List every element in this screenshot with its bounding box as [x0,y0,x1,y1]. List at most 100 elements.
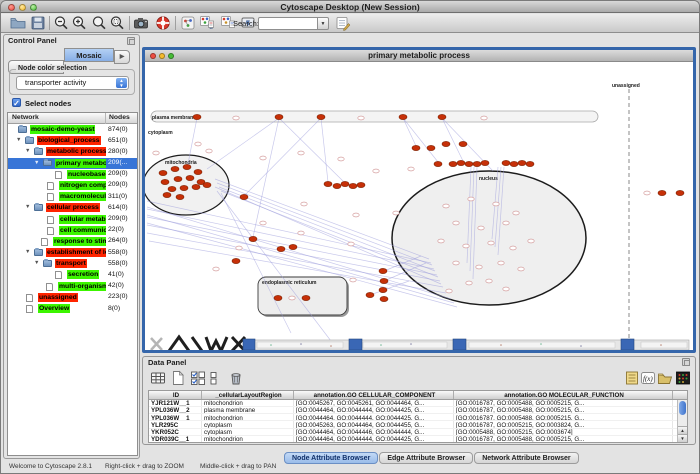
table-row[interactable]: YJR121W__1mitochondrion[GO:0045267, GO:0… [149,400,687,407]
tree-rows: mosaic-demo-yeast874(0) ▼ biological_proce… [8,124,137,314]
snapshot-icon[interactable] [133,15,150,32]
tab-overflow-arrow[interactable]: ▶ [114,50,130,64]
document-icon [46,283,53,291]
document-icon [47,227,54,235]
new-attribute-icon[interactable] [170,370,187,387]
zoom-in-icon[interactable] [71,15,88,32]
tree-column-network[interactable]: Network [12,114,39,121]
tree-header: Network Nodes [8,113,137,124]
tree-row[interactable]: secretion41(0) [8,269,137,280]
document-icon [55,271,62,279]
expand-arrow-icon[interactable]: ▼ [25,204,30,210]
import-attributes-icon[interactable] [657,370,674,387]
tree-row[interactable]: unassigned223(0) [8,292,137,303]
tree-row[interactable]: mosaic-demo-yeast874(0) [8,124,137,135]
tree-row[interactable]: macromolecule311(0) [8,191,137,202]
table-header: ID_cellularLayoutRegionannotation.GO CEL… [149,391,687,400]
node-color-selection-group: Node color selection transporter activit… [9,69,135,95]
expand-arrow-icon[interactable]: ▼ [16,137,21,143]
column-header[interactable]: _cellularLayoutRegion [202,391,294,399]
table-row[interactable]: YKR052Ccytoplasm[GO:0044464, GO:0044446,… [149,429,687,436]
select-attributes-icon[interactable] [190,370,207,387]
tree-row[interactable]: ▼cellular process614(0) [8,202,137,213]
expand-arrow-icon[interactable]: ▼ [25,148,30,154]
select-nodes-checkbox[interactable]: ✓ [12,98,21,107]
tree-row[interactable]: ▼metabolic process280(0) [8,146,137,157]
tree-row[interactable]: ▼ biological_process 651(0) [8,135,137,146]
save-icon[interactable] [30,15,47,32]
tree-row[interactable]: ▼primary metabo209(... [8,158,137,169]
tree-column-nodes[interactable]: Nodes [109,114,130,121]
expand-arrow-icon[interactable]: ▼ [34,260,39,266]
column-header[interactable]: annotation.GO MOLECULAR_FUNCTION [454,391,673,399]
tree-row[interactable]: ▼transport558(0) [8,258,137,269]
network-frame-title: primary metabolic process [145,51,693,60]
tree-row[interactable]: cell communicat22(0) [8,225,137,236]
attribute-table-icon[interactable] [150,370,167,387]
table-row[interactable]: YLR295Ccytoplasm[GO:0045263, GO:0044464,… [149,421,687,428]
float-data-panel-icon[interactable] [682,358,690,366]
tree-row[interactable]: ▼establishment of lo558(0) [8,247,137,258]
node-color-dropdown[interactable]: transporter activity ▲▼ [16,76,129,90]
table-cell: YPL036W__2 [149,407,202,413]
tree-row-label: unassigned [38,293,78,302]
float-panel-icon[interactable] [127,37,135,45]
network-frame-titlebar[interactable]: primary metabolic process [145,50,693,62]
expand-arrow-icon[interactable]: ▼ [25,249,30,255]
tree-row[interactable]: response to stimulu264(0) [8,236,137,247]
zoom-fit-icon[interactable] [91,15,108,32]
import-network-icon[interactable] [199,15,216,32]
network-icon[interactable] [180,15,197,32]
table-cell: mitochondrion [202,400,294,406]
table-cell: [GO:0044464, GO:0044444, GO:0044425, G..… [294,407,454,413]
matrix-icon[interactable] [675,370,692,387]
scroll-up-icon[interactable]: ▲ [678,426,687,434]
tree-row-label: nucleobase- [67,170,106,179]
zoom-out-icon[interactable] [53,15,70,32]
search-dropdown-icon[interactable]: ▼ [318,17,329,30]
tree-row[interactable]: Overview8(0) [8,303,137,314]
tree-row[interactable]: cellular metabol209(0) [8,214,137,225]
search-options-icon[interactable] [335,15,352,32]
plasma-membrane-region [151,111,598,122]
dropdown-stepper-icon[interactable]: ▲▼ [116,78,127,88]
tree-row-label: biological_process [37,136,101,145]
folder-icon [34,249,43,256]
tree-row-label: nitrogen compo [59,181,106,190]
tree-row[interactable]: multi-organism pro42(0) [8,281,137,292]
tree-row-count: 651(0) [108,137,138,144]
plasma-membrane-label: plasma membrane [152,115,196,121]
table-cell: plasma membrane [202,407,294,413]
open-icon[interactable] [10,15,27,32]
search-input[interactable] [258,17,318,30]
network-canvas[interactable]: plasma membrane cytoplasm mitochondria n… [145,62,693,350]
tab-mosaic[interactable]: Mosaic [64,48,114,62]
folder-icon [18,126,27,133]
table-row[interactable]: YPL036W__2plasma membrane[GO:0044464, GO… [149,407,687,414]
document-icon [26,305,33,313]
function-builder-icon[interactable]: f(x) [640,370,657,387]
help-icon[interactable] [155,15,172,32]
table-cell: YLR295C [149,421,202,427]
column-header[interactable]: ID [149,391,202,399]
unselect-attributes-icon[interactable] [208,370,225,387]
table-row[interactable]: YDR039C__1mitochondrion[GO:0044464, GO:0… [149,436,687,443]
unassigned-label: unassigned [612,83,640,89]
status-pan-hint: Middle-click + drag to PAN [200,463,276,470]
scroll-down-icon[interactable]: ▼ [678,434,687,442]
attribute-list-icon[interactable] [624,370,641,387]
search-label: Search: [233,19,259,28]
zoom-selected-icon[interactable] [109,15,126,32]
delete-attribute-icon[interactable] [228,370,245,387]
tree-row-count: 41(0) [108,271,138,278]
expand-arrow-icon[interactable]: ▼ [34,160,39,166]
table-cell: [GO:0016787, GO:0005488, GO:0005215, G..… [454,436,673,442]
tree-row-count: 42(0) [108,282,138,289]
tree-row[interactable]: nitrogen compo209(0) [8,180,137,191]
tree-row[interactable]: nucleobase-209(0) [8,169,137,180]
table-scrollbar[interactable]: ▲ ▼ [677,400,687,443]
column-header[interactable]: annotation.GO CELLULAR_COMPONENT [294,391,454,399]
select-nodes-label: Select nodes [25,99,71,108]
table-row[interactable]: YPL036W__1mitochondrion[GO:0044464, GO:0… [149,414,687,421]
scrollbar-thumb[interactable] [679,401,686,415]
